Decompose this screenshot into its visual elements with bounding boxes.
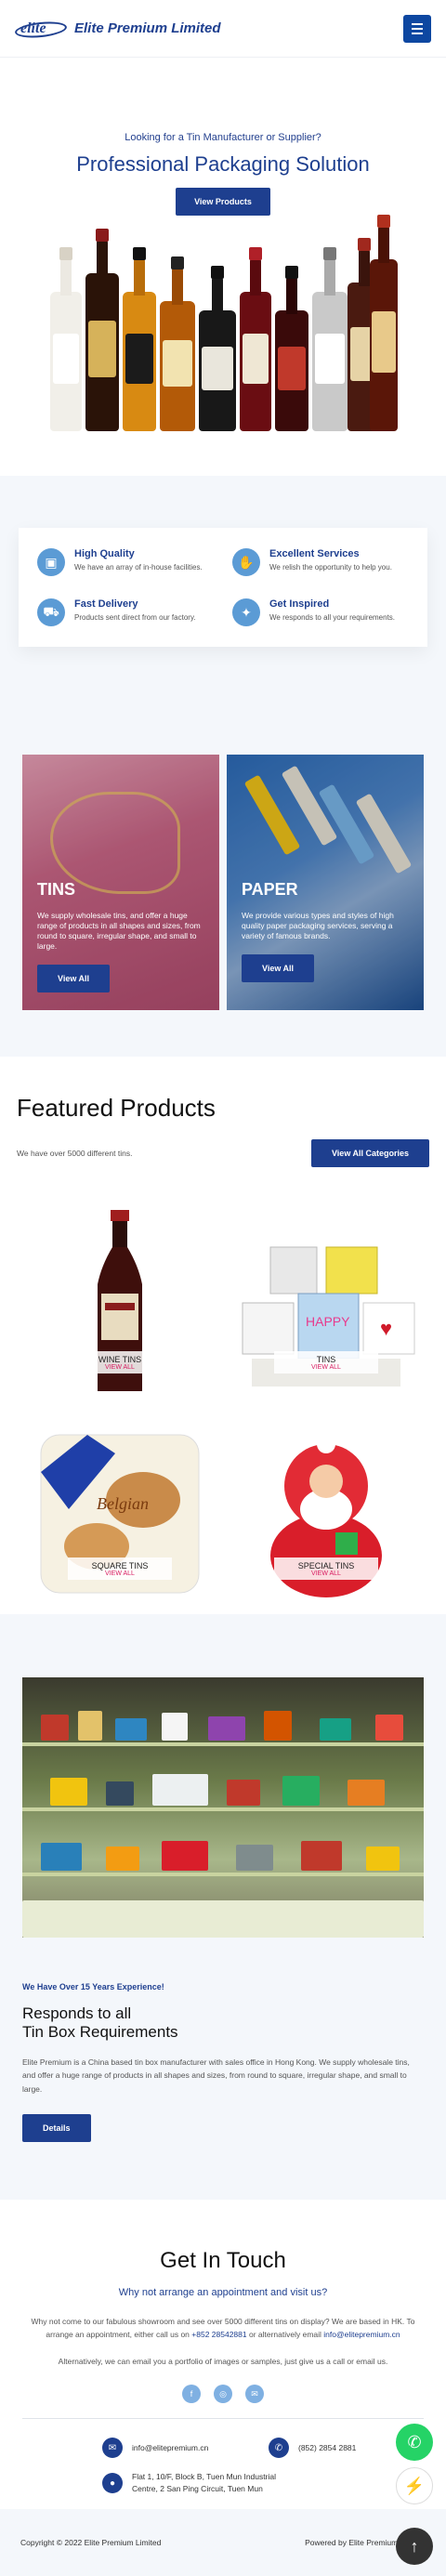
hero-subtitle: Looking for a Tin Manufacturer or Suppli… <box>125 132 321 143</box>
site-header: elite Elite Premium Limited <box>0 0 446 58</box>
featured-subtitle: We have over 5000 different tins. <box>17 1149 133 1158</box>
product-tins[interactable]: HAPPY ♥ TINS VIEW ALL <box>223 1189 429 1396</box>
logo-mark: elite <box>14 19 69 40</box>
feature-high-quality: ▣ High Quality We have an array of in-hou… <box>37 548 214 576</box>
product-square-tins[interactable]: Belgian SQUARE TINS VIEW ALL <box>17 1396 223 1602</box>
whatsapp-button[interactable]: ✆ <box>396 2424 433 2461</box>
category-desc: We provide various types and styles of h… <box>242 911 394 941</box>
contact-info: ✉ info@elitepremium.cn ✆ (852) 2854 2881… <box>22 2438 424 2495</box>
features-section: ▣ High Quality We have an array of in-hou… <box>0 476 446 755</box>
contact-section: Get In Touch Why not arrange an appointm… <box>0 2200 446 2562</box>
product-wine-tins[interactable]: WINE TINS VIEW ALL <box>17 1189 223 1396</box>
category-card-paper[interactable]: PAPER We provide various types and style… <box>227 755 424 1010</box>
hamburger-icon <box>412 22 423 25</box>
svg-text:♥: ♥ <box>380 1317 392 1340</box>
box-icon: ▣ <box>37 548 65 576</box>
view-all-link[interactable]: VIEW ALL <box>68 1364 172 1371</box>
categories-section: TINS We supply wholesale tins, and offer… <box>0 755 446 1057</box>
view-all-paper-button[interactable]: View All <box>242 954 315 983</box>
logo-word: elite <box>20 20 46 36</box>
map-pin-icon: ● <box>102 2473 123 2494</box>
view-all-link[interactable]: VIEW ALL <box>274 1364 378 1371</box>
divider <box>22 2418 424 2420</box>
social-links: f ◎ ✉ <box>22 2385 424 2404</box>
arrow-up-icon: ↑ <box>410 2536 419 2556</box>
contact-paragraph-2: Alternatively, we can email you a portfo… <box>58 2356 388 2366</box>
messenger-button[interactable]: ⚡ <box>396 2467 433 2504</box>
svg-text:Belgian: Belgian <box>97 1494 149 1513</box>
phone-link[interactable]: +852 28542881 <box>191 2330 246 2339</box>
category-title: TINS <box>37 880 76 899</box>
envelope-icon: ✉ <box>102 2438 123 2459</box>
logo-text: Elite Premium Limited <box>74 20 221 36</box>
messenger-icon: ⚡ <box>403 2476 426 2495</box>
category-card-tins[interactable]: TINS We supply wholesale tins, and offer… <box>22 755 219 1010</box>
view-products-button[interactable]: View Products <box>176 188 270 216</box>
view-all-categories-button[interactable]: View All Categories <box>310 1139 429 1167</box>
contact-paragraph: Why not come to our fabulous showroom an… <box>31 2317 415 2340</box>
featured-products-section: Featured Products We have over 5000 diff… <box>0 1057 446 1614</box>
featured-title: Featured Products <box>17 1094 216 1122</box>
features-card: ▣ High Quality We have an array of in-hou… <box>19 528 427 647</box>
menu-button[interactable] <box>403 14 431 43</box>
about-body: Elite Premium is a China based tin box m… <box>22 2057 410 2094</box>
svg-text:HAPPY: HAPPY <box>306 1314 350 1329</box>
truck-icon: ⛟ <box>37 598 65 626</box>
category-title: PAPER <box>242 880 298 899</box>
wechat-icon[interactable]: ✉ <box>245 2385 264 2404</box>
product-special-tins[interactable]: SPECIAL TINS VIEW ALL <box>223 1396 429 1602</box>
email-link[interactable]: info@elitepremium.cn <box>323 2330 400 2339</box>
feature-get-inspired: ✦ Get Inspired We responds to all your re… <box>232 598 409 626</box>
about-kicker: We Have Over 15 Years Experience! <box>22 1982 164 1991</box>
showroom-image <box>22 1677 424 1938</box>
about-section: We Have Over 15 Years Experience! Respon… <box>0 1614 446 2200</box>
instagram-icon[interactable]: ◎ <box>214 2385 232 2404</box>
lightbulb-icon: ✦ <box>232 598 260 626</box>
contact-email[interactable]: ✉ info@elitepremium.cn <box>102 2438 257 2459</box>
view-all-link[interactable]: VIEW ALL <box>274 1571 378 1577</box>
facebook-icon[interactable]: f <box>182 2385 201 2404</box>
back-to-top-button[interactable]: ↑ <box>396 2528 433 2565</box>
details-button[interactable]: Details <box>22 2114 91 2143</box>
whatsapp-icon: ✆ <box>407 2432 422 2451</box>
site-footer: Copyright © 2022 Elite Premium Limited P… <box>0 2509 446 2576</box>
logo[interactable]: elite Elite Premium Limited <box>14 19 221 40</box>
view-all-link[interactable]: VIEW ALL <box>68 1571 172 1577</box>
feature-fast-delivery: ⛟ Fast Delivery Products sent direct from… <box>37 598 214 626</box>
view-all-tins-button[interactable]: View All <box>37 965 111 993</box>
feature-excellent-services: ✋ Excellent Services We relish the opport… <box>232 548 409 576</box>
phone-icon: ✆ <box>269 2438 289 2459</box>
hero-bottles-image <box>46 215 400 440</box>
contact-address: ● Flat 1, 10/F, Block B, Tuen Mun Indust… <box>102 2471 424 2495</box>
category-desc: We supply wholesale tins, and offer a hu… <box>37 911 201 952</box>
contact-question: Why not arrange an appointment and visit… <box>118 2287 328 2298</box>
copyright: Copyright © 2022 Elite Premium Limited <box>20 2538 162 2547</box>
hero-section: Looking for a Tin Manufacturer or Suppli… <box>0 58 446 476</box>
hero-title: Professional Packaging Solution <box>76 152 370 176</box>
about-title: Responds to all Tin Box Requirements <box>22 2004 178 2042</box>
contact-title: Get In Touch <box>160 2248 286 2273</box>
handshake-icon: ✋ <box>232 548 260 576</box>
